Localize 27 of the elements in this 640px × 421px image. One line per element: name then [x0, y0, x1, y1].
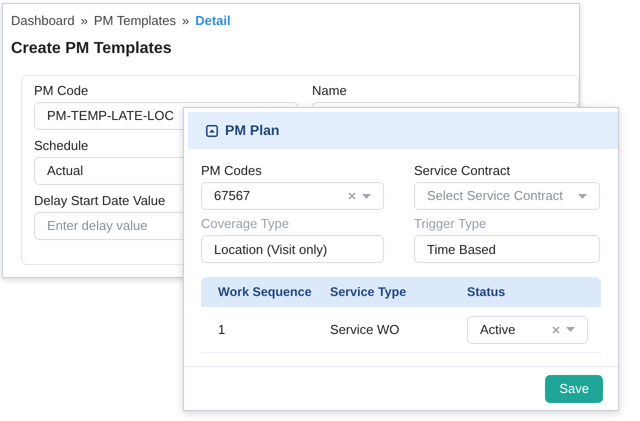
caret-icon[interactable]	[566, 327, 575, 332]
field-label: Coverage Type	[201, 216, 289, 232]
column-header: Work Sequence	[217, 284, 313, 301]
field-label: Name	[312, 82, 347, 98]
table-cell-text: Service WO	[330, 320, 400, 339]
caret-icon[interactable]	[362, 194, 371, 198]
field-label: Trigger Type	[414, 216, 486, 232]
status-select[interactable]: Active	[467, 316, 588, 344]
field-label: PM Codes	[201, 163, 262, 179]
collapse-icon[interactable]	[206, 124, 218, 136]
column-header: Status	[467, 284, 506, 301]
select-field[interactable]: 67567	[201, 182, 384, 210]
column-header: Service Type	[330, 284, 408, 301]
caret-icon[interactable]	[578, 194, 587, 198]
table-cell-text: 1	[217, 320, 226, 339]
field-label: Service Contract	[414, 163, 510, 179]
field-label: PM Code	[34, 82, 88, 98]
clear-icon[interactable]	[552, 326, 560, 334]
breadcrumb-separator: »	[182, 13, 190, 28]
breadcrumb-current: Detail	[195, 13, 231, 28]
page-title: Create PM Templates	[11, 38, 173, 58]
breadcrumb-separator: »	[80, 13, 88, 28]
field-label: Schedule	[34, 138, 88, 154]
clear-icon[interactable]	[348, 192, 356, 200]
breadcrumb-link[interactable]: Dashboard	[11, 13, 75, 28]
breadcrumb-link[interactable]: PM Templates	[94, 13, 176, 28]
field-label: Delay Start Date Value	[34, 192, 166, 208]
